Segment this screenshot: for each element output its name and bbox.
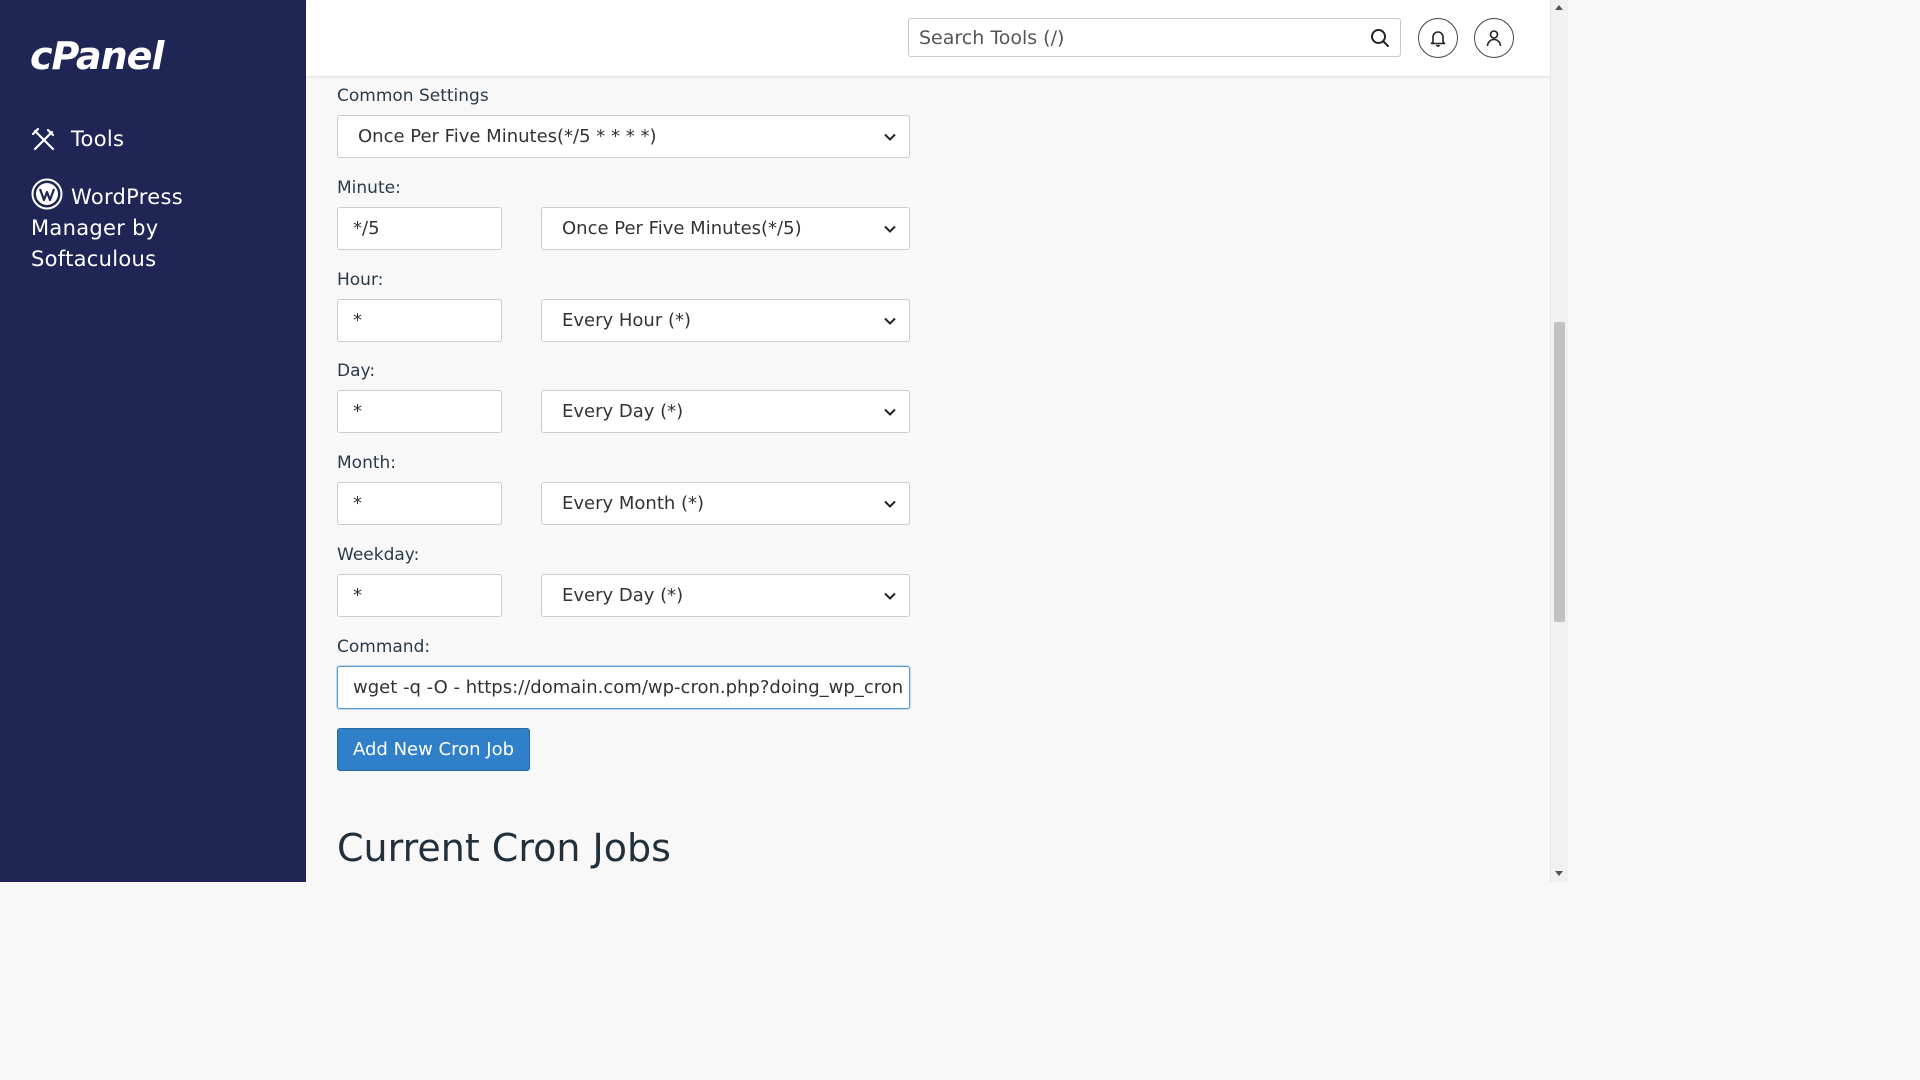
- chevron-down-icon: [884, 317, 896, 325]
- hour-input[interactable]: *: [337, 299, 502, 342]
- weekday-label: Weekday:: [337, 545, 420, 565]
- search-input[interactable]: [919, 25, 1349, 51]
- sidebar-item-label: Tools: [71, 127, 125, 151]
- weekday-select[interactable]: Every Day (*): [541, 574, 910, 617]
- hour-select[interactable]: Every Hour (*): [541, 299, 910, 342]
- sidebar: cPanel Tools WordPress Manager by Softac…: [0, 0, 306, 882]
- common-settings-label: Common Settings: [337, 86, 489, 106]
- user-menu-button[interactable]: [1474, 18, 1514, 58]
- search-box[interactable]: [908, 18, 1401, 57]
- minute-select[interactable]: Once Per Five Minutes(*/5): [541, 207, 910, 250]
- day-select[interactable]: Every Day (*): [541, 390, 910, 433]
- command-input[interactable]: wget -q -O - https://domain.com/wp-cron.…: [337, 666, 910, 709]
- chevron-down-icon: [884, 592, 896, 600]
- search-icon[interactable]: [1370, 28, 1390, 48]
- chevron-down-icon: [884, 408, 896, 416]
- scroll-down-arrow-icon[interactable]: [1555, 871, 1563, 876]
- bell-icon: [1430, 31, 1446, 47]
- notifications-button[interactable]: [1418, 18, 1458, 58]
- user-icon: [1486, 30, 1502, 47]
- minute-label: Minute:: [337, 178, 401, 198]
- chevron-down-icon: [884, 225, 896, 233]
- hour-label: Hour:: [337, 270, 384, 290]
- minute-input[interactable]: */5: [337, 207, 502, 250]
- month-label: Month:: [337, 453, 397, 473]
- common-settings-select[interactable]: Once Per Five Minutes(*/5 * * * *): [337, 115, 910, 158]
- month-select[interactable]: Every Month (*): [541, 482, 910, 525]
- wordpress-icon: [31, 178, 63, 210]
- page-scrollbar[interactable]: [1550, 0, 1568, 882]
- current-cron-jobs-heading: Current Cron Jobs: [337, 826, 671, 870]
- sidebar-item-tools[interactable]: Tools: [31, 124, 124, 155]
- weekday-input[interactable]: *: [337, 574, 502, 617]
- day-input[interactable]: *: [337, 390, 502, 433]
- month-input[interactable]: *: [337, 482, 502, 525]
- top-header: [306, 0, 1550, 77]
- cpanel-logo[interactable]: cPanel: [30, 34, 164, 78]
- add-new-cron-job-button[interactable]: Add New Cron Job: [337, 728, 531, 771]
- tools-icon: [31, 127, 55, 150]
- command-label: Command:: [337, 637, 431, 657]
- scroll-up-arrow-icon[interactable]: [1555, 5, 1563, 10]
- chevron-down-icon: [884, 500, 896, 508]
- chevron-down-icon: [884, 133, 896, 141]
- day-label: Day:: [337, 361, 376, 381]
- sidebar-item-wordpress-manager[interactable]: WordPress Manager by Softaculous: [31, 178, 231, 275]
- scroll-thumb[interactable]: [1554, 322, 1565, 622]
